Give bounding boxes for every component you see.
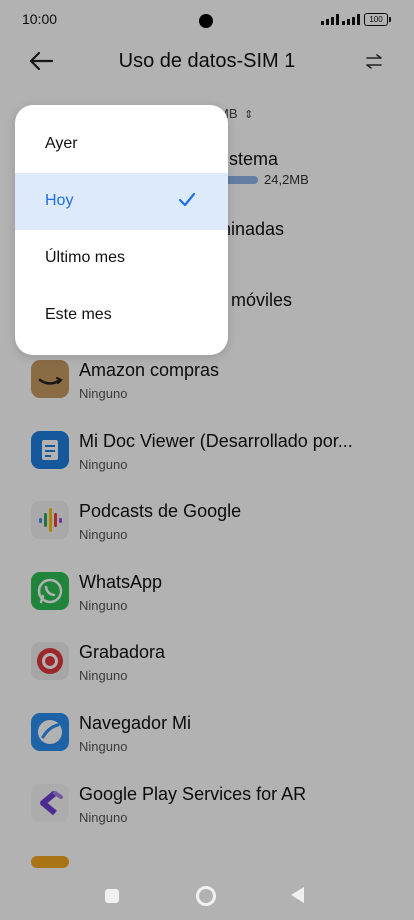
checkmark-icon (178, 192, 196, 207)
back-triangle-icon[interactable] (291, 887, 304, 903)
menu-item-label: Último mes (45, 249, 126, 266)
menu-item-ultimo-mes[interactable]: Último mes (15, 230, 228, 287)
recents-icon[interactable] (105, 889, 119, 903)
menu-item-ayer[interactable]: Ayer (15, 116, 228, 173)
home-icon[interactable] (196, 886, 216, 906)
menu-item-label: Ayer (45, 135, 78, 152)
menu-item-este-mes[interactable]: Este mes (15, 287, 228, 344)
navigation-bar (0, 858, 414, 920)
period-dropdown-menu: Ayer Hoy Último mes Este mes (15, 105, 228, 355)
menu-item-label: Hoy (45, 192, 74, 209)
screen: 10:00 100 Uso de datos-SIM 1 MB ⇕ sistem… (0, 0, 414, 920)
menu-item-label: Este mes (45, 306, 112, 323)
menu-item-hoy[interactable]: Hoy (15, 173, 228, 230)
